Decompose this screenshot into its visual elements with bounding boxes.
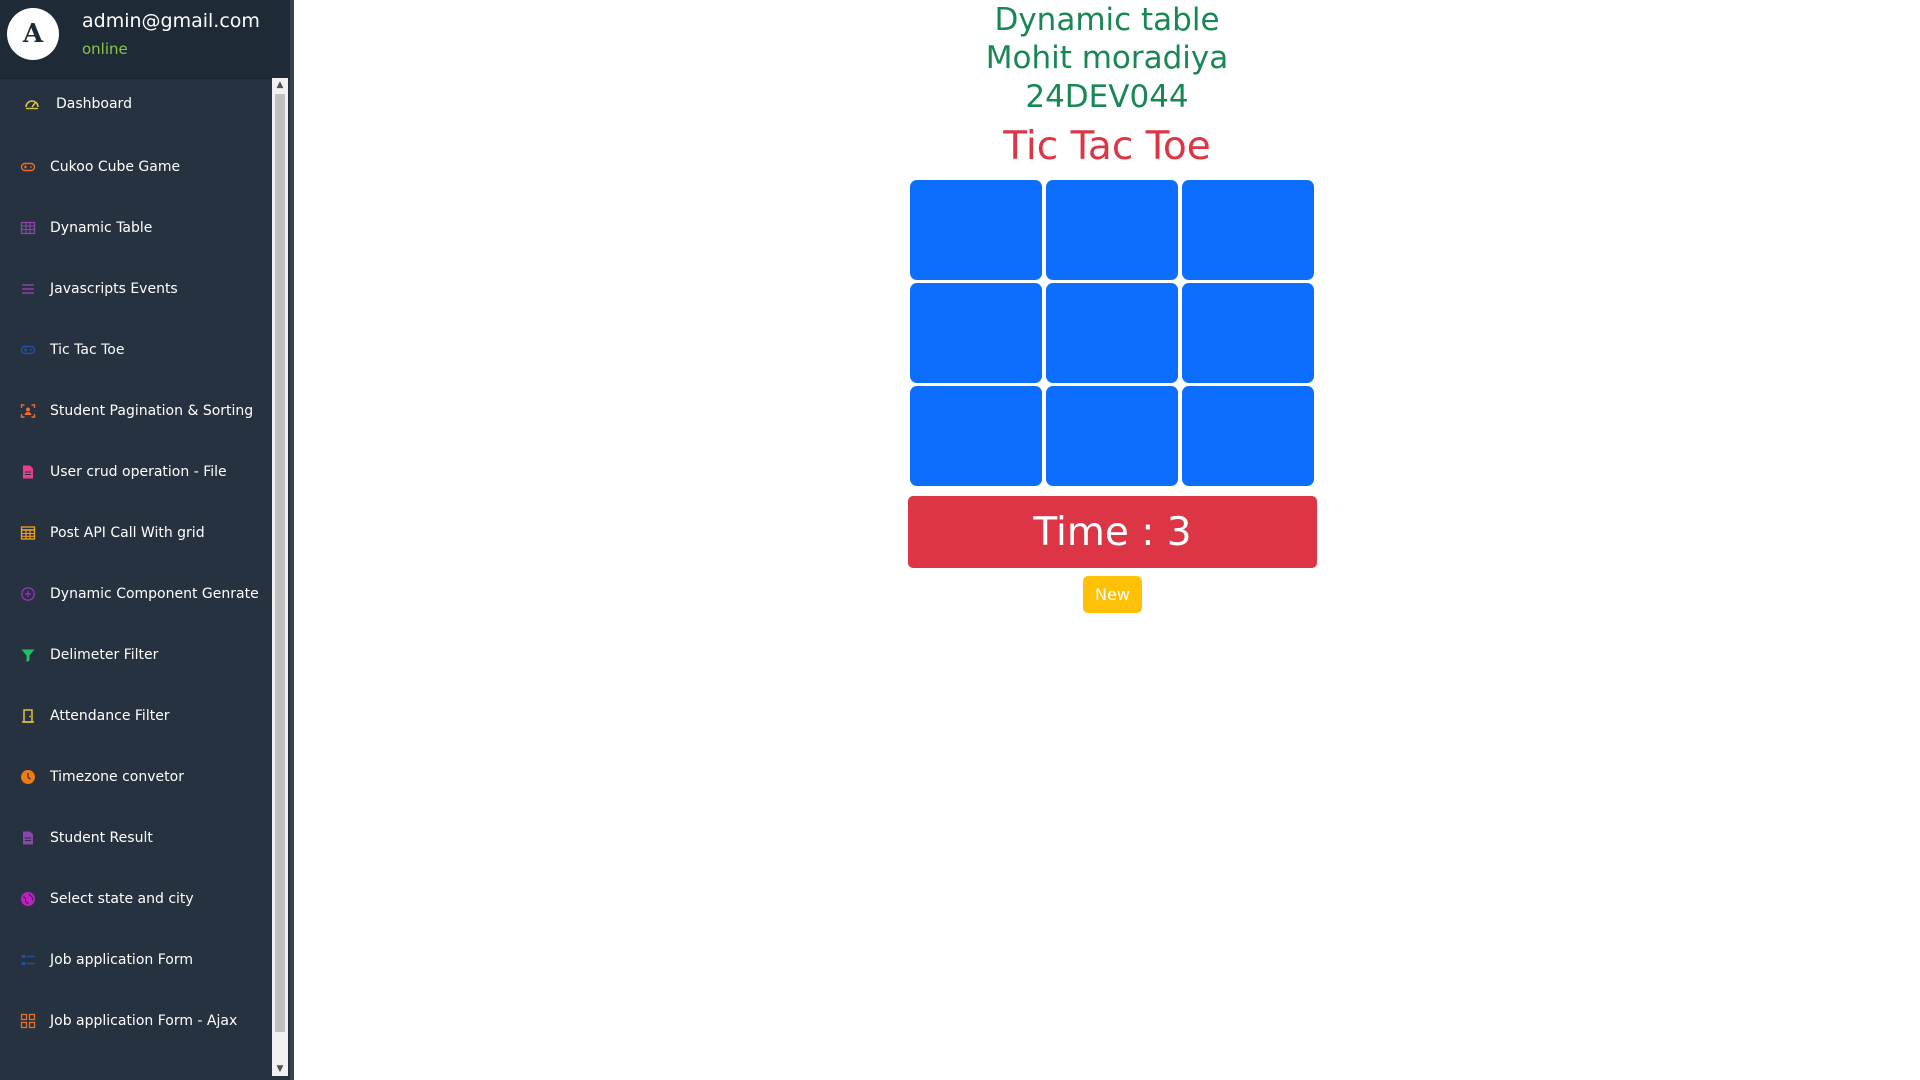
game-title: Tic Tac Toe [1003,124,1211,169]
sidebar-item-label: Tic Tac Toe [50,342,125,358]
scroll-up-arrow-icon[interactable]: ▲ [272,78,288,92]
apps-icon [19,1012,37,1030]
filter-icon [19,646,37,664]
sidebar-item-label: Cukoo Cube Game [50,159,181,175]
sidebar-item-job-application-form-ajax[interactable]: Job application Form - Ajax [0,1001,272,1041]
clock-icon [19,768,37,786]
sidebar: A admin@gmail.com online Dashboard Cukoo… [0,0,290,1080]
timer-display: Time : 3 [908,496,1317,568]
user-card-icon [19,402,37,420]
board-cell[interactable] [1182,283,1314,383]
page-heading-title: Dynamic table [994,2,1220,38]
sidebar-item-label: Job application Form - Ajax [50,1013,238,1029]
page-heading-id: 24DEV044 [1025,79,1189,115]
file-icon [19,463,37,481]
sidebar-item-label: Dynamic Table [50,220,153,236]
sidebar-item-cukoo-cube-game[interactable]: Cukoo Cube Game [0,147,272,187]
form-icon [19,951,37,969]
sidebar-item-post-api-grid[interactable]: Post API Call With grid [0,513,272,553]
sidebar-item-select-state-city[interactable]: Select state and city [0,879,272,919]
gamepad-icon [19,341,37,359]
sidebar-item-label: Select state and city [50,891,194,907]
sidebar-item-student-result[interactable]: Student Result [0,818,272,858]
sidebar-item-student-pagination[interactable]: Student Pagination & Sorting [0,391,272,431]
board-cell[interactable] [1046,283,1178,383]
sidebar-item-javascripts-events[interactable]: Javascripts Events [0,269,272,309]
sidebar-item-label: Delimeter Filter [50,647,159,663]
sidebar-item-tic-tac-toe[interactable]: Tic Tac Toe [0,330,272,370]
board-cell[interactable] [1046,386,1178,486]
main-content: Dynamic table Mohit moradiya 24DEV044 Ti… [294,0,1920,1080]
sidebar-item-label: Dashboard [56,96,132,112]
gauge-icon [23,95,41,113]
board-cell[interactable] [910,180,1042,280]
table-icon [19,219,37,237]
board-cell[interactable] [910,386,1042,486]
new-game-button[interactable]: New [1083,576,1142,613]
sidebar-item-timezone-convetor[interactable]: Timezone convetor [0,757,272,797]
sidebar-item-label: Job application Form [50,952,193,968]
list-icon [19,280,37,298]
avatar[interactable]: A [7,8,59,60]
plus-circle-icon [19,585,37,603]
board-cell[interactable] [1182,386,1314,486]
sidebar-item-label: Student Result [50,830,153,846]
profile-status: online [82,40,128,58]
tic-tac-toe-board [910,180,1315,486]
profile-email: admin@gmail.com [82,10,260,32]
sidebar-item-label: Dynamic Component Genrate [50,586,259,602]
scroll-down-arrow-icon[interactable]: ▼ [272,1062,288,1076]
profile-header: A admin@gmail.com online [0,0,290,79]
sidebar-item-delimeter-filter[interactable]: Delimeter Filter [0,635,272,675]
sidebar-item-label: Attendance Filter [50,708,170,724]
door-icon [19,707,37,725]
board-cell[interactable] [910,283,1042,383]
grid-icon [19,524,37,542]
gamepad-icon [19,158,37,176]
sidebar-item-dashboard[interactable]: Dashboard [0,84,272,124]
board-cell[interactable] [1182,180,1314,280]
sidebar-scrollbar[interactable]: ▲ ▼ [272,78,288,1076]
sidebar-item-dynamic-table[interactable]: Dynamic Table [0,208,272,248]
sidebar-item-dynamic-component[interactable]: Dynamic Component Genrate [0,574,272,614]
sidebar-item-label: Student Pagination & Sorting [50,403,254,419]
sidebar-item-label: Post API Call With grid [50,525,205,541]
sidebar-item-user-crud[interactable]: User crud operation - File [0,452,272,492]
sidebar-item-label: Timezone convetor [50,769,184,785]
globe-icon [19,890,37,908]
sidebar-item-attendance-filter[interactable]: Attendance Filter [0,696,272,736]
sidebar-item-label: Javascripts Events [50,281,178,297]
scroll-thumb[interactable] [275,94,285,1032]
board-cell[interactable] [1046,180,1178,280]
sidebar-menu: Dashboard Cukoo Cube Game Dynamic Table … [0,78,272,1076]
page-heading-author: Mohit moradiya [985,40,1229,76]
sidebar-item-job-application-form[interactable]: Job application Form [0,940,272,980]
sidebar-item-label: User crud operation - File [50,464,227,480]
document-icon [19,829,37,847]
